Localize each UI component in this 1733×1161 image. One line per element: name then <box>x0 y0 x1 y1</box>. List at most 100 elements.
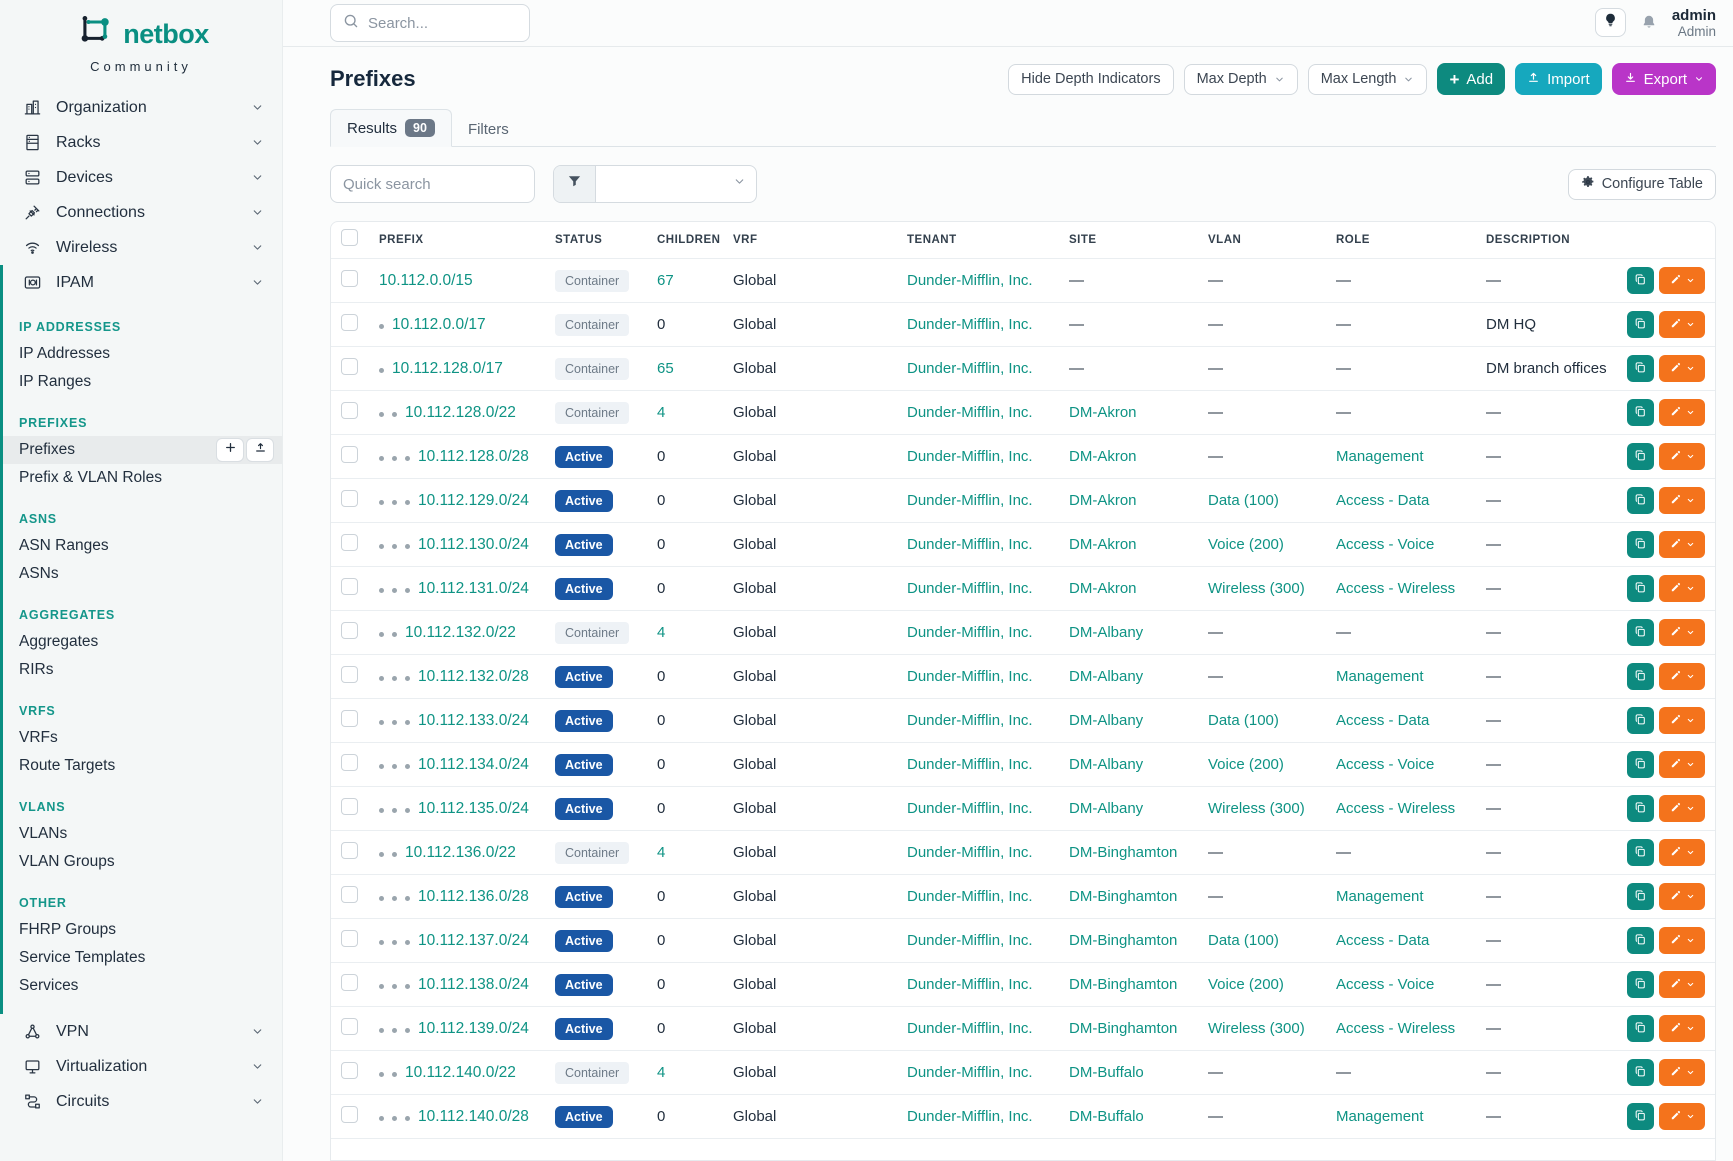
brand[interactable]: netbox Community <box>0 0 282 74</box>
site-link[interactable]: DM-Binghamton <box>1069 932 1177 949</box>
sidebar-item-ip-ranges[interactable]: IP Ranges <box>3 368 282 396</box>
children-link[interactable]: 4 <box>657 844 665 861</box>
site-link[interactable]: DM-Binghamton <box>1069 888 1177 905</box>
column-header-site[interactable]: SITE <box>1069 234 1208 246</box>
sidebar-item-aggregates[interactable]: Aggregates <box>3 628 282 656</box>
column-header-vrf[interactable]: VRF <box>733 234 907 246</box>
role-link[interactable]: Access - Wireless <box>1336 1020 1455 1037</box>
row-checkbox[interactable] <box>341 534 358 551</box>
tenant-link[interactable]: Dunder-Mifflin, Inc. <box>907 492 1033 509</box>
column-header-role[interactable]: ROLE <box>1336 234 1486 246</box>
sidebar-item-circuits[interactable]: Circuits <box>0 1084 282 1119</box>
prefix-link[interactable]: 10.112.0.0/17 <box>392 316 486 333</box>
edit-dropdown-button[interactable] <box>1659 531 1705 558</box>
site-link[interactable]: DM-Akron <box>1069 492 1137 509</box>
prefix-link[interactable]: 10.112.140.0/22 <box>405 1064 516 1081</box>
sidebar-item-vpn[interactable]: VPN <box>0 1014 282 1049</box>
role-link[interactable]: Management <box>1336 1108 1424 1125</box>
prefix-link[interactable]: 10.112.136.0/28 <box>418 888 529 905</box>
sidebar-item-services[interactable]: Services <box>3 972 282 1000</box>
row-checkbox[interactable] <box>341 1018 358 1035</box>
sidebar-item-prefixes[interactable]: Prefixes <box>3 436 282 464</box>
role-link[interactable]: Access - Data <box>1336 932 1429 949</box>
row-checkbox[interactable] <box>341 622 358 639</box>
children-link[interactable]: 4 <box>657 1064 665 1081</box>
global-search-input[interactable] <box>368 15 508 32</box>
row-checkbox[interactable] <box>341 930 358 947</box>
edit-dropdown-button[interactable] <box>1659 443 1705 470</box>
tenant-link[interactable]: Dunder-Mifflin, Inc. <box>907 712 1033 729</box>
edit-dropdown-button[interactable] <box>1659 399 1705 426</box>
tenant-link[interactable]: Dunder-Mifflin, Inc. <box>907 316 1033 333</box>
sidebar-item-virtualization[interactable]: Virtualization <box>0 1049 282 1084</box>
sidebar-item-racks[interactable]: Racks <box>0 125 282 160</box>
clone-button[interactable] <box>1627 311 1654 338</box>
prefix-link[interactable]: 10.112.128.0/17 <box>392 360 503 377</box>
tenant-link[interactable]: Dunder-Mifflin, Inc. <box>907 536 1033 553</box>
vlan-link[interactable]: Data (100) <box>1208 712 1279 729</box>
clone-button[interactable] <box>1627 399 1654 426</box>
site-link[interactable]: DM-Akron <box>1069 580 1137 597</box>
tenant-link[interactable]: Dunder-Mifflin, Inc. <box>907 580 1033 597</box>
sidebar-item-vrfs[interactable]: VRFs <box>3 724 282 752</box>
clone-button[interactable] <box>1627 883 1654 910</box>
prefix-link[interactable]: 10.112.129.0/24 <box>418 492 529 509</box>
row-checkbox[interactable] <box>341 1106 358 1123</box>
row-checkbox[interactable] <box>341 710 358 727</box>
row-checkbox[interactable] <box>341 1062 358 1079</box>
clone-button[interactable] <box>1627 663 1654 690</box>
filter-funnel-button[interactable] <box>554 166 596 202</box>
vlan-link[interactable]: Voice (200) <box>1208 976 1284 993</box>
tenant-link[interactable]: Dunder-Mifflin, Inc. <box>907 1064 1033 1081</box>
row-checkbox[interactable] <box>341 358 358 375</box>
export-dropdown-button[interactable]: Export <box>1612 63 1716 95</box>
clone-button[interactable] <box>1627 839 1654 866</box>
edit-dropdown-button[interactable] <box>1659 487 1705 514</box>
role-link[interactable]: Access - Wireless <box>1336 800 1455 817</box>
sidebar-item-fhrp-groups[interactable]: FHRP Groups <box>3 916 282 944</box>
site-link[interactable]: DM-Albany <box>1069 624 1143 641</box>
edit-dropdown-button[interactable] <box>1659 355 1705 382</box>
site-link[interactable]: DM-Binghamton <box>1069 1020 1177 1037</box>
children-link[interactable]: 67 <box>657 272 674 289</box>
tenant-link[interactable]: Dunder-Mifflin, Inc. <box>907 800 1033 817</box>
vlan-link[interactable]: Voice (200) <box>1208 536 1284 553</box>
prefix-link[interactable]: 10.112.132.0/22 <box>405 624 516 641</box>
prefix-link[interactable]: 10.112.134.0/24 <box>418 756 529 773</box>
theme-toggle-button[interactable] <box>1595 8 1626 37</box>
edit-dropdown-button[interactable] <box>1659 1059 1705 1086</box>
sidebar-item-prefix-vlan-roles[interactable]: Prefix & VLAN Roles <box>3 464 282 492</box>
column-header-tenant[interactable]: TENANT <box>907 234 1069 246</box>
clone-button[interactable] <box>1627 267 1654 294</box>
prefix-link[interactable]: 10.112.135.0/24 <box>418 800 529 817</box>
children-link[interactable]: 4 <box>657 624 665 641</box>
column-header-children[interactable]: CHILDREN <box>657 234 733 246</box>
prefix-link[interactable]: 10.112.136.0/22 <box>405 844 516 861</box>
children-link[interactable]: 65 <box>657 360 674 377</box>
sidebar-item-asn-ranges[interactable]: ASN Ranges <box>3 532 282 560</box>
site-link[interactable]: DM-Binghamton <box>1069 976 1177 993</box>
vlan-link[interactable]: Wireless (300) <box>1208 1020 1305 1037</box>
vlan-link[interactable]: Wireless (300) <box>1208 800 1305 817</box>
sidebar-item-ip-addresses[interactable]: IP Addresses <box>3 340 282 368</box>
quick-add-button[interactable] <box>216 438 244 462</box>
edit-dropdown-button[interactable] <box>1659 839 1705 866</box>
site-link[interactable]: DM-Buffalo <box>1069 1064 1144 1081</box>
row-checkbox[interactable] <box>341 842 358 859</box>
column-header-vlan[interactable]: VLAN <box>1208 234 1336 246</box>
clone-button[interactable] <box>1627 575 1654 602</box>
prefix-link[interactable]: 10.112.137.0/24 <box>418 932 529 949</box>
row-checkbox[interactable] <box>341 666 358 683</box>
role-link[interactable]: Access - Wireless <box>1336 580 1455 597</box>
tab-results[interactable]: Results 90 <box>330 109 452 147</box>
clone-button[interactable] <box>1627 355 1654 382</box>
tab-filters[interactable]: Filters <box>452 112 525 147</box>
prefix-link[interactable]: 10.112.139.0/24 <box>418 1020 529 1037</box>
site-link[interactable]: DM-Akron <box>1069 536 1137 553</box>
vlan-link[interactable]: Voice (200) <box>1208 756 1284 773</box>
max-length-dropdown[interactable]: Max Length <box>1308 64 1428 95</box>
prefix-link[interactable]: 10.112.128.0/22 <box>405 404 516 421</box>
prefix-link[interactable]: 10.112.130.0/24 <box>418 536 529 553</box>
clone-button[interactable] <box>1627 751 1654 778</box>
clone-button[interactable] <box>1627 1015 1654 1042</box>
